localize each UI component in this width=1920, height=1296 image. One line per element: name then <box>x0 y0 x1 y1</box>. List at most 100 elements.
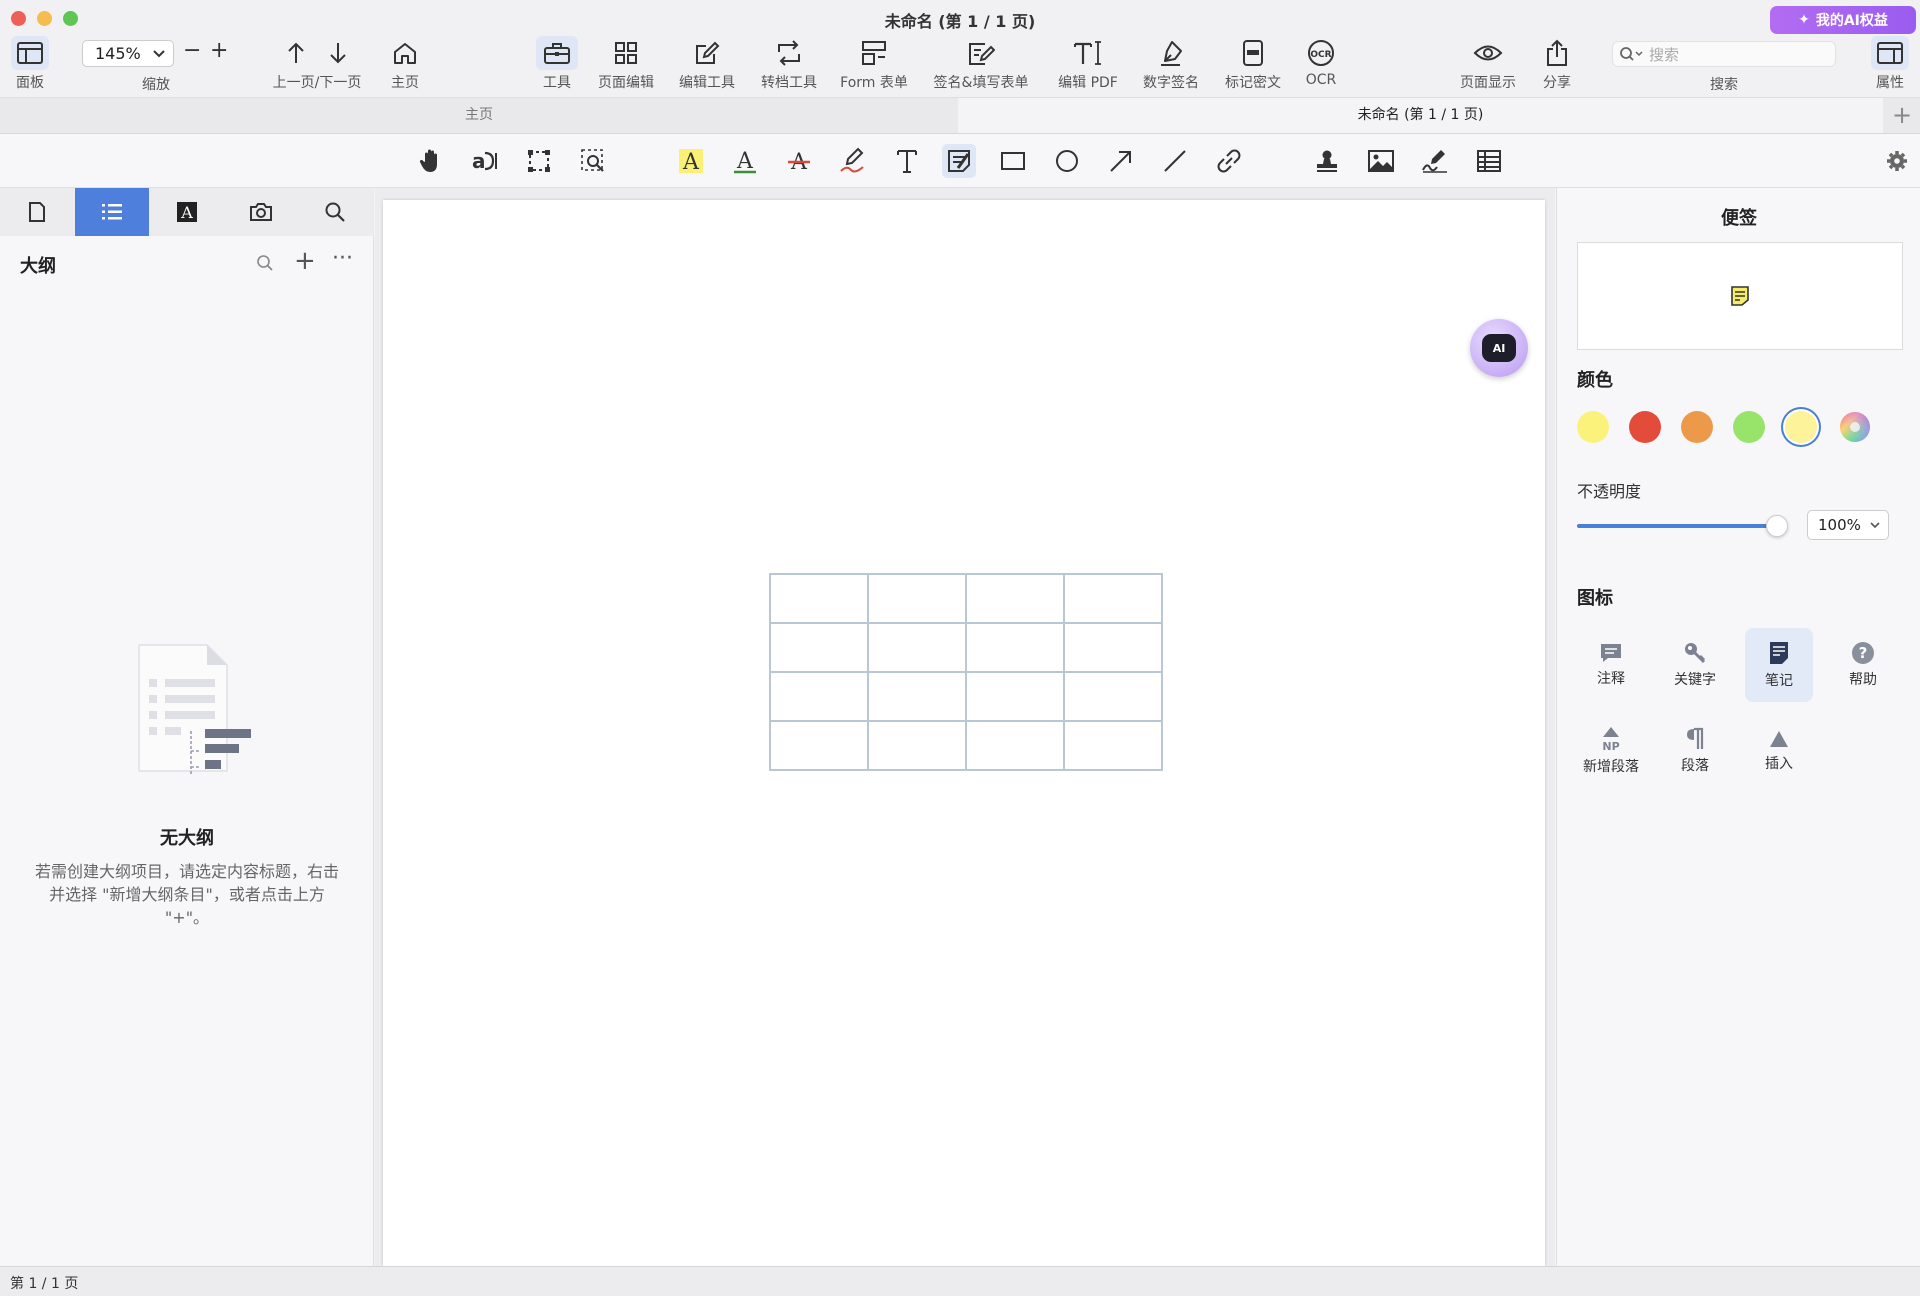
sidebar-tab-outline[interactable] <box>75 188 149 236</box>
color-custom-button[interactable] <box>1839 411 1871 443</box>
icon-option-key[interactable]: 关键字 <box>1661 628 1729 702</box>
page-display-button[interactable]: 页面显示 <box>1456 36 1520 92</box>
table-cell[interactable] <box>1063 671 1163 722</box>
page-edit-label: 页面编辑 <box>598 75 654 91</box>
link-tool[interactable] <box>1212 144 1246 178</box>
zoom-out-button[interactable]: − <box>183 38 201 63</box>
sidebar-tab-thumbnails[interactable] <box>0 188 74 236</box>
zoom-in-button[interactable]: + <box>210 38 228 63</box>
opacity-slider-handle[interactable] <box>1766 515 1788 537</box>
table-cell[interactable] <box>1063 573 1163 624</box>
ai-benefits-button[interactable]: ✦ 我的AI权益 <box>1770 6 1916 34</box>
table-cell[interactable] <box>965 573 1065 624</box>
arrow-down-icon[interactable] <box>328 41 348 65</box>
table-cell[interactable] <box>1063 622 1163 673</box>
color-swatch-selected[interactable] <box>1785 411 1817 443</box>
arrow-tool[interactable] <box>1104 144 1138 178</box>
signature-tool[interactable] <box>1418 144 1452 178</box>
table-cell[interactable] <box>769 573 869 624</box>
icon-option-new-paragraph[interactable]: NP 新增段落 <box>1577 714 1645 788</box>
table-cell[interactable] <box>769 720 869 771</box>
underline-tool[interactable]: A <box>728 144 762 178</box>
zoom-area-tool[interactable] <box>576 144 610 178</box>
table-cell[interactable] <box>965 622 1065 673</box>
ocr-button[interactable]: OCR OCR <box>1302 36 1340 88</box>
edit-pdf-button[interactable]: 编辑 PDF <box>1054 36 1122 92</box>
table-cell[interactable] <box>769 622 869 673</box>
stamp-tool[interactable] <box>1310 144 1344 178</box>
color-swatch[interactable] <box>1681 411 1713 443</box>
panel-button[interactable]: 面板 <box>8 36 52 92</box>
icon-option-insert[interactable]: 插入 <box>1745 714 1813 788</box>
sparkle-icon: ✦ <box>1798 12 1810 28</box>
tools-button[interactable]: 工具 <box>536 36 578 92</box>
hand-tool[interactable] <box>414 144 448 178</box>
table-cell[interactable] <box>965 720 1065 771</box>
outline-more-button[interactable]: ··· <box>332 246 353 271</box>
svg-text:A: A <box>180 203 193 222</box>
sidebar-tab-search[interactable] <box>298 188 372 236</box>
highlight-tool[interactable]: A <box>674 144 708 178</box>
chevron-down-icon <box>153 49 165 57</box>
table-cell[interactable] <box>867 720 967 771</box>
sidebar-tab-annotations[interactable]: A <box>150 188 224 236</box>
freehand-tool[interactable] <box>836 144 870 178</box>
table-cell[interactable] <box>965 671 1065 722</box>
table-cell[interactable] <box>867 671 967 722</box>
outline-title: 大纲 <box>20 256 56 277</box>
search-label: 搜索 <box>1710 77 1738 93</box>
sticky-note-tool[interactable] <box>942 144 976 178</box>
table-row <box>769 671 1163 722</box>
pdf-page[interactable]: AI <box>383 200 1545 1266</box>
convert-tools-button[interactable]: 转档工具 <box>758 36 820 92</box>
digital-sign-button[interactable]: 数字签名 <box>1140 36 1202 92</box>
outline-search-button[interactable] <box>256 254 274 272</box>
opacity-slider-track[interactable] <box>1577 524 1777 528</box>
new-tab-button[interactable]: + <box>1884 98 1920 133</box>
share-button[interactable]: 分享 <box>1538 36 1576 92</box>
icon-option-note[interactable]: 笔记 <box>1745 628 1813 702</box>
search-icon <box>1620 47 1643 61</box>
home-button[interactable]: 主页 <box>384 36 426 92</box>
area-select-tool[interactable] <box>522 144 556 178</box>
table-cell[interactable] <box>867 622 967 673</box>
strikethrough-tool[interactable]: A <box>782 144 816 178</box>
add-outline-button[interactable]: + <box>294 246 316 276</box>
arrow-up-icon[interactable] <box>286 41 306 65</box>
icon-option-comment[interactable]: 注释 <box>1577 628 1645 702</box>
text-select-tool[interactable]: a <box>468 144 502 178</box>
image-tool[interactable] <box>1364 144 1398 178</box>
table-tool[interactable] <box>1472 144 1506 178</box>
form-button[interactable]: Form 表单 <box>840 36 908 92</box>
icon-option-label: 新增段落 <box>1583 759 1639 775</box>
tab-document[interactable]: 未命名 (第 1 / 1 页) <box>958 98 1883 133</box>
sidebar-tab-snapshots[interactable] <box>224 188 298 236</box>
table-cell[interactable] <box>867 573 967 624</box>
ai-assistant-button[interactable]: AI <box>1470 319 1528 377</box>
icon-option-help[interactable]: ? 帮助 <box>1829 628 1897 702</box>
line-tool[interactable] <box>1158 144 1192 178</box>
ellipse-tool[interactable] <box>1050 144 1084 178</box>
color-swatch[interactable] <box>1577 411 1609 443</box>
redact-button[interactable]: 标记密文 <box>1222 36 1284 92</box>
edit-tools-button[interactable]: 编辑工具 <box>676 36 738 92</box>
icon-option-paragraph[interactable]: 段落 <box>1661 714 1729 788</box>
sign-fill-button[interactable]: 签名&填写表单 <box>928 36 1034 92</box>
table-annotation[interactable] <box>769 573 1163 771</box>
color-swatch[interactable] <box>1629 411 1661 443</box>
ocr-label: OCR <box>1305 72 1337 88</box>
page-edit-button[interactable]: 页面编辑 <box>594 36 658 92</box>
annotation-settings-button[interactable] <box>1880 144 1914 178</box>
tab-home[interactable]: 主页 <box>0 98 958 133</box>
document-canvas[interactable]: AI <box>375 188 1555 1266</box>
search-input[interactable]: 搜索 <box>1612 41 1836 67</box>
text-box-tool[interactable] <box>890 144 924 178</box>
color-swatch[interactable] <box>1733 411 1765 443</box>
properties-button[interactable]: 属性 <box>1868 36 1912 92</box>
opacity-select[interactable]: 100% <box>1807 510 1889 540</box>
table-cell[interactable] <box>1063 720 1163 771</box>
table-cell[interactable] <box>769 671 869 722</box>
rectangle-tool[interactable] <box>996 144 1030 178</box>
zoom-select[interactable]: 145% <box>82 40 174 67</box>
icon-option-label: 注释 <box>1597 671 1625 687</box>
